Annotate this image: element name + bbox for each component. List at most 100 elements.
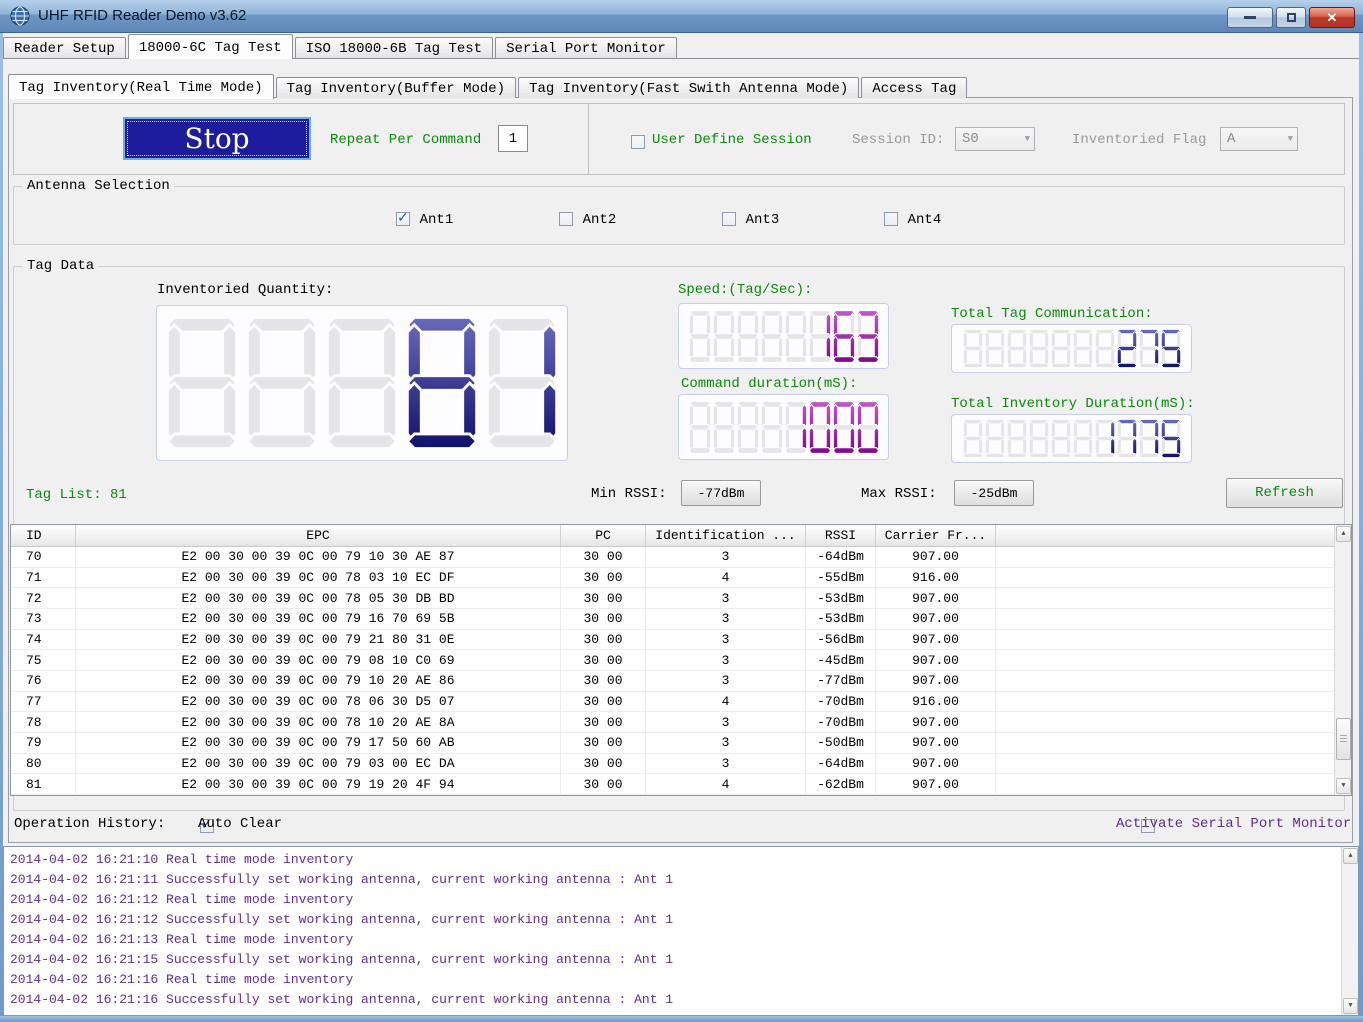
tab-iso-18000-6b-tag-test[interactable]: ISO 18000-6B Tag Test bbox=[295, 37, 493, 58]
subtab-real-time-mode[interactable]: Tag Inventory(Real Time Mode) bbox=[8, 74, 274, 99]
antenna-selection-title: Antenna Selection bbox=[23, 178, 174, 194]
table-cell: 30 00 bbox=[561, 671, 646, 691]
inventoried-flag-select[interactable]: A ▼ bbox=[1220, 127, 1298, 151]
repeat-per-command-input[interactable] bbox=[498, 125, 528, 152]
table-cell: 79 bbox=[11, 733, 76, 753]
inventoried-flag-label: Inventoried Flag bbox=[1072, 132, 1206, 148]
table-cell: 4 bbox=[646, 774, 806, 794]
log-line: 2014-04-02 16:21:15 Successfully set wor… bbox=[10, 950, 1338, 970]
table-cell: 70 bbox=[11, 547, 76, 567]
user-define-session-checkbox[interactable] bbox=[631, 135, 645, 149]
table-cell: -64dBm bbox=[806, 547, 876, 567]
min-rssi-button[interactable]: -77dBm bbox=[681, 480, 761, 506]
maximize-icon bbox=[1287, 13, 1296, 22]
column-header[interactable]: PC bbox=[561, 525, 646, 546]
total-tag-communication-label: Total Tag Communication: bbox=[951, 306, 1153, 322]
table-cell-filler bbox=[996, 609, 1351, 629]
log-scroll-down-arrow[interactable]: ▼ bbox=[1343, 998, 1358, 1014]
max-rssi-button[interactable]: -25dBm bbox=[954, 480, 1034, 506]
table-row[interactable]: 74E2 00 30 00 39 0C 00 79 21 80 31 0E30 … bbox=[11, 630, 1351, 651]
table-cell: 30 00 bbox=[561, 609, 646, 629]
scroll-down-arrow[interactable]: ▼ bbox=[1336, 778, 1351, 794]
table-row[interactable]: 73E2 00 30 00 39 0C 00 79 16 70 69 5B30 … bbox=[11, 609, 1351, 630]
ant3-label: Ant3 bbox=[746, 212, 780, 228]
table-cell: -53dBm bbox=[806, 609, 876, 629]
table-cell: 30 00 bbox=[561, 568, 646, 588]
log-lines: 2014-04-02 16:21:10 Real time mode inven… bbox=[10, 850, 1338, 1013]
table-row[interactable]: 71E2 00 30 00 39 0C 00 78 03 10 EC DF30 … bbox=[11, 568, 1351, 589]
ant1-checkbox[interactable] bbox=[396, 212, 410, 226]
app-window: UHF RFID Reader Demo v3.62 ✕ Reader Setu… bbox=[0, 0, 1363, 1022]
table-cell: 30 00 bbox=[561, 650, 646, 670]
table-cell: 907.00 bbox=[876, 547, 996, 567]
table-cell: 907.00 bbox=[876, 733, 996, 753]
table-cell-filler bbox=[996, 712, 1351, 732]
log-line: 2014-04-02 16:21:16 Successfully set wor… bbox=[10, 990, 1338, 1010]
tab-serial-port-monitor[interactable]: Serial Port Monitor bbox=[495, 37, 677, 58]
ant4-checkbox[interactable] bbox=[884, 212, 898, 226]
table-cell: 3 bbox=[646, 547, 806, 567]
table-row[interactable]: 80E2 00 30 00 39 0C 00 79 03 00 EC DA30 … bbox=[11, 754, 1351, 775]
ant3-checkbox[interactable] bbox=[722, 212, 736, 226]
table-cell: 72 bbox=[11, 588, 76, 608]
chevron-down-icon: ▼ bbox=[1025, 134, 1030, 144]
inventoried-flag-value: A bbox=[1227, 131, 1235, 147]
table-row[interactable]: 70E2 00 30 00 39 0C 00 79 10 30 AE 8730 … bbox=[11, 547, 1351, 568]
table-row[interactable]: 76E2 00 30 00 39 0C 00 79 10 20 AE 8630 … bbox=[11, 671, 1351, 692]
stop-button[interactable]: Stop bbox=[123, 117, 311, 160]
command-duration-display bbox=[678, 394, 889, 460]
table-row[interactable]: 78E2 00 30 00 39 0C 00 78 10 20 AE 8A30 … bbox=[11, 712, 1351, 733]
table-cell: E2 00 30 00 39 0C 00 79 16 70 69 5B bbox=[76, 609, 561, 629]
column-header[interactable]: RSSI bbox=[806, 525, 876, 546]
table-cell: -53dBm bbox=[806, 588, 876, 608]
log-scroll-up-arrow[interactable]: ▲ bbox=[1343, 848, 1358, 864]
table-cell: 907.00 bbox=[876, 754, 996, 774]
control-panel-divider bbox=[588, 103, 589, 175]
table-cell: 30 00 bbox=[561, 733, 646, 753]
close-icon: ✕ bbox=[1327, 10, 1338, 26]
log-scrollbar[interactable]: ▲ ▼ bbox=[1341, 847, 1358, 1015]
close-button[interactable]: ✕ bbox=[1309, 7, 1355, 28]
table-row[interactable]: 79E2 00 30 00 39 0C 00 79 17 50 60 AB30 … bbox=[11, 733, 1351, 754]
session-id-select[interactable]: S0 ▼ bbox=[955, 127, 1035, 151]
tab-18000-6c-tag-test[interactable]: 18000-6C Tag Test bbox=[128, 34, 293, 59]
operation-history-log[interactable]: 2014-04-02 16:21:10 Real time mode inven… bbox=[3, 846, 1359, 1016]
subtab-fast-switch-antenna-mode[interactable]: Tag Inventory(Fast Swith Antenna Mode) bbox=[518, 77, 859, 98]
table-cell-filler bbox=[996, 671, 1351, 691]
activate-serial-port-monitor-label: Activate Serial Port Monitor bbox=[1116, 816, 1351, 832]
maximize-button[interactable] bbox=[1276, 7, 1306, 28]
title-bar: UHF RFID Reader Demo v3.62 ✕ bbox=[0, 0, 1363, 33]
table-cell: 907.00 bbox=[876, 774, 996, 794]
scroll-up-arrow[interactable]: ▲ bbox=[1336, 526, 1351, 542]
subtab-buffer-mode[interactable]: Tag Inventory(Buffer Mode) bbox=[276, 77, 516, 98]
table-cell: 30 00 bbox=[561, 754, 646, 774]
chevron-down-icon: ▼ bbox=[1288, 134, 1293, 144]
column-header-filler bbox=[996, 525, 1351, 546]
ant2-checkbox[interactable] bbox=[559, 212, 573, 226]
subtab-access-tag[interactable]: Access Tag bbox=[861, 77, 967, 98]
refresh-button[interactable]: Refresh bbox=[1226, 478, 1343, 508]
table-cell: 30 00 bbox=[561, 630, 646, 650]
column-header[interactable]: EPC bbox=[76, 525, 561, 546]
log-line: 2014-04-02 16:21:16 Real time mode inven… bbox=[10, 970, 1338, 990]
total-tag-communication-display bbox=[951, 324, 1192, 373]
table-cell: E2 00 30 00 39 0C 00 79 03 00 EC DA bbox=[76, 754, 561, 774]
column-header[interactable]: ID bbox=[11, 525, 76, 546]
scrollbar-thumb[interactable] bbox=[1336, 718, 1351, 760]
column-header[interactable]: Carrier Fr... bbox=[876, 525, 996, 546]
table-cell: 71 bbox=[11, 568, 76, 588]
table-row[interactable]: 75E2 00 30 00 39 0C 00 79 08 10 C0 6930 … bbox=[11, 650, 1351, 671]
column-header[interactable]: Identification ... bbox=[646, 525, 806, 546]
ant2-label: Ant2 bbox=[583, 212, 617, 228]
table-row[interactable]: 72E2 00 30 00 39 0C 00 78 05 30 DB BD30 … bbox=[11, 588, 1351, 609]
table-scrollbar[interactable]: ▲ ▼ bbox=[1334, 525, 1351, 795]
table-row[interactable]: 77E2 00 30 00 39 0C 00 78 06 30 D5 0730 … bbox=[11, 692, 1351, 713]
log-line: 2014-04-02 16:21:12 Real time mode inven… bbox=[10, 890, 1338, 910]
tab-reader-setup[interactable]: Reader Setup bbox=[3, 37, 126, 58]
table-cell: 81 bbox=[11, 774, 76, 794]
table-cell: 3 bbox=[646, 630, 806, 650]
table-cell: -70dBm bbox=[806, 712, 876, 732]
table-row[interactable]: 81E2 00 30 00 39 0C 00 79 19 20 4F 9430 … bbox=[11, 774, 1351, 795]
minimize-button[interactable] bbox=[1227, 7, 1273, 28]
ant1-label: Ant1 bbox=[420, 212, 454, 228]
